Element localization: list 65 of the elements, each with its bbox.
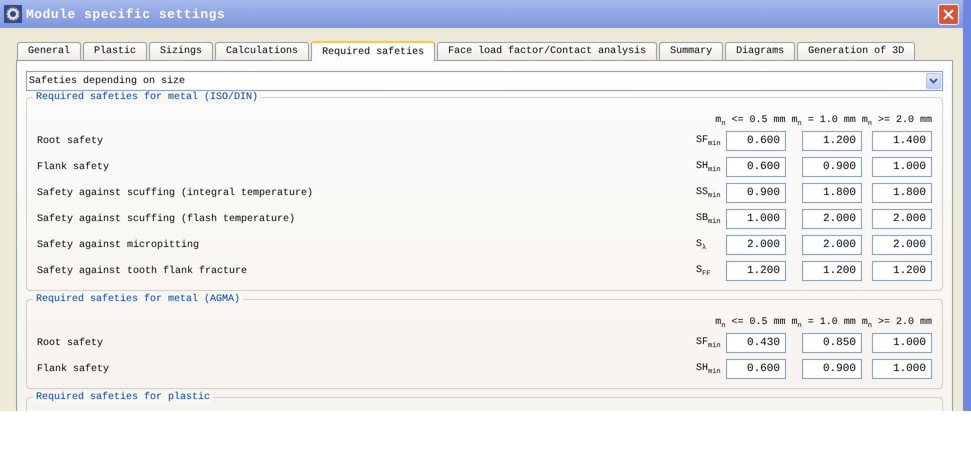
value-field[interactable]: 1.000	[872, 333, 932, 353]
column-header: m$_{n}$ >= 2.0 mm	[862, 316, 932, 330]
value-field[interactable]: 0.900	[802, 359, 862, 379]
symbol-label: SS$_{min}$	[696, 186, 722, 200]
tab[interactable]: Required safeties	[311, 41, 436, 61]
value-field[interactable]: 1.000	[872, 359, 932, 379]
window-title: Module specific settings	[26, 6, 226, 22]
column-header: m$_{n}$ <= 0.5 mm	[715, 316, 786, 330]
value-field[interactable]: 0.600	[726, 359, 786, 379]
column-header: m$_{n}$ <= 0.5 mm	[715, 114, 786, 128]
row-label: Flank safety	[37, 364, 110, 374]
tab[interactable]: Calculations	[215, 42, 310, 60]
close-button[interactable]	[938, 4, 959, 24]
value-field[interactable]: 2.000	[802, 209, 862, 229]
value-field[interactable]: 1.200	[872, 261, 932, 281]
symbol-label: S$_{FF}$	[696, 264, 712, 278]
value-field[interactable]: 0.900	[802, 157, 862, 177]
value-field[interactable]: 1.000	[726, 209, 786, 229]
value-field[interactable]: 0.430	[726, 333, 786, 353]
row-label: Flank safety	[37, 162, 110, 172]
value-field[interactable]: 0.600	[726, 131, 786, 151]
value-field[interactable]: 0.900	[726, 183, 786, 203]
row-label: Safety against tooth flank fracture	[37, 266, 248, 276]
group-title: Required safeties for metal (ISO/DIN)	[33, 91, 262, 104]
tab[interactable]: Plastic	[83, 42, 148, 60]
symbol-label: SH$_{min}$	[696, 362, 722, 376]
symbol-label: S$_{λ}$	[696, 238, 708, 252]
column-header: m$_{n}$ = 1.0 mm	[792, 316, 856, 330]
dropdown-button[interactable]	[926, 73, 941, 89]
row-label: Safety against micropitting	[37, 240, 200, 250]
row-label: Safety against scuffing (integral temperature)	[37, 188, 314, 198]
value-field[interactable]: 1.800	[872, 183, 932, 203]
value-field[interactable]: 2.000	[872, 209, 932, 229]
group-title: Required safeties for plastic	[33, 391, 214, 404]
symbol-label: SB$_{min}$	[696, 212, 722, 226]
value-field[interactable]: 0.850	[802, 333, 862, 353]
value-field[interactable]: 1.200	[726, 261, 786, 281]
tab[interactable]: Face load factor/Contact analysis	[437, 42, 658, 60]
value-field[interactable]: 1.000	[872, 157, 932, 177]
value-field[interactable]: 2.000	[726, 235, 786, 255]
value-field[interactable]: 0.600	[726, 157, 786, 177]
value-field[interactable]: 1.400	[872, 131, 932, 151]
value-field[interactable]: 1.200	[802, 131, 862, 151]
row-label: Safety against scuffing (flash temperature)	[37, 214, 296, 224]
symbol-label: SF$_{min}$	[696, 336, 722, 350]
dropdown[interactable]: Safeties depending on size	[26, 71, 943, 91]
row-label: Root safety	[37, 136, 104, 146]
tab[interactable]: Sizings	[149, 42, 214, 60]
row-label: Root safety	[37, 338, 104, 348]
value-field[interactable]: 2.000	[872, 235, 932, 255]
column-header: m$_{n}$ = 1.0 mm	[792, 114, 856, 128]
chevron-down-icon	[929, 78, 938, 84]
tab[interactable]: Summary	[659, 42, 724, 60]
tab[interactable]: General	[17, 42, 82, 60]
value-field[interactable]: 1.200	[802, 261, 862, 281]
symbol-label: SH$_{min}$	[696, 160, 722, 174]
column-header: m$_{n}$ >= 2.0 mm	[862, 114, 932, 128]
group-title: Required safeties for metal (AGMA)	[33, 293, 244, 306]
value-field[interactable]: 1.800	[802, 183, 862, 203]
tab[interactable]: Generation of 3D	[797, 42, 916, 60]
close-icon	[943, 8, 954, 20]
value-field[interactable]: 2.000	[802, 235, 862, 255]
tab[interactable]: Diagrams	[725, 42, 796, 60]
symbol-label: SF$_{min}$	[696, 134, 722, 148]
gear-icon	[4, 5, 22, 23]
